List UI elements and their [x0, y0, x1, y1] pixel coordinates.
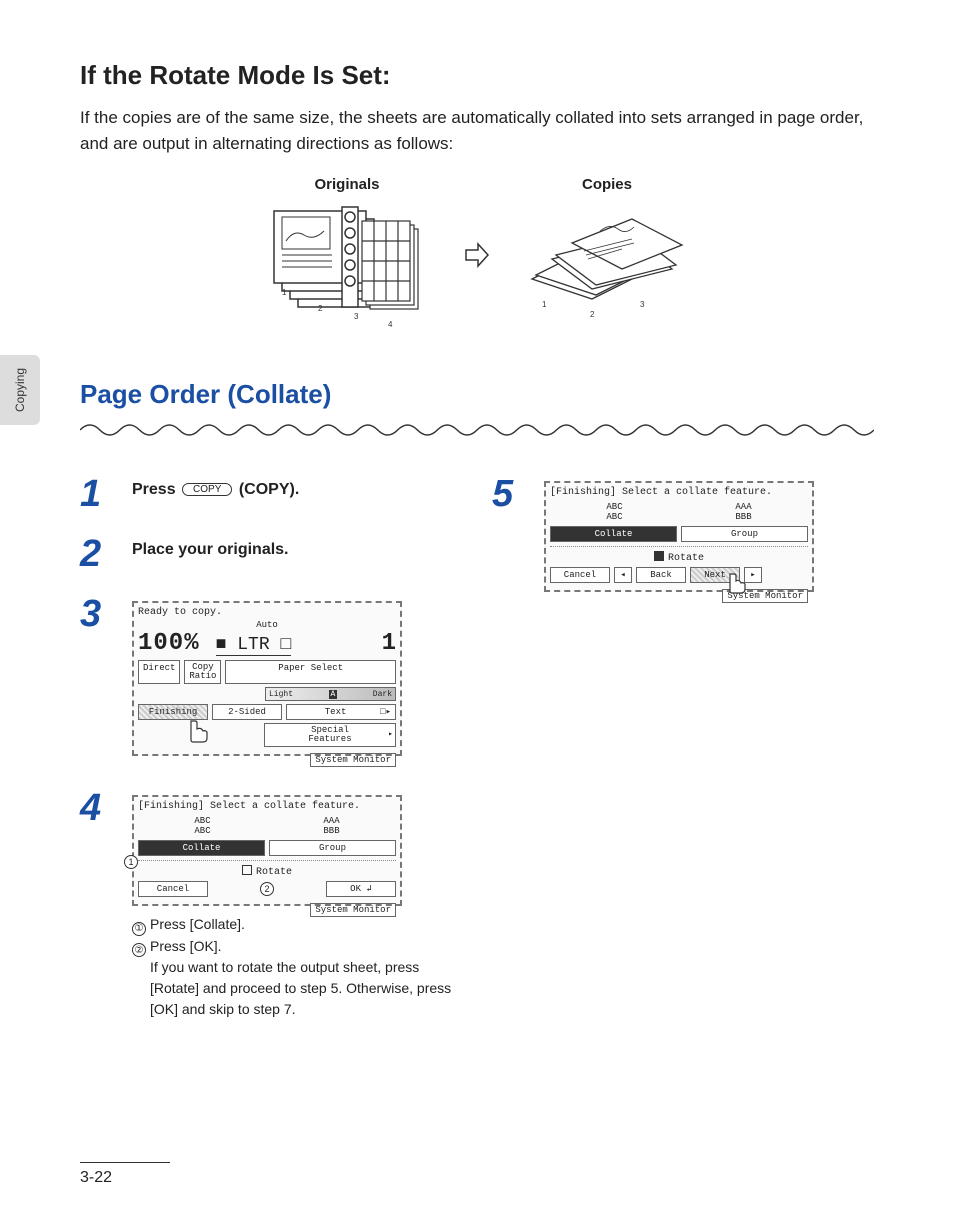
step-3: 3 Ready to copy. Auto 100% ■ LTR □ 1 Dir… [80, 595, 462, 767]
svg-text:4: 4 [388, 320, 393, 329]
originals-illustration: 1 2 3 4 [262, 199, 432, 339]
svg-text:2: 2 [590, 310, 595, 319]
lcd4-collate[interactable]: Collate [138, 840, 265, 856]
illustration-row: Originals [80, 176, 874, 339]
lcd5-next[interactable]: Next [690, 567, 740, 583]
page-number: 3-22 [80, 1162, 170, 1187]
lcd3-text-mode[interactable]: Text□▸ [286, 704, 396, 720]
lcd3-paper-select[interactable]: Paper Select [225, 660, 396, 684]
lcd5-next-icon[interactable]: ▸ [744, 567, 762, 583]
lcd3-direct[interactable]: Direct [138, 660, 180, 684]
lcd3-special-features[interactable]: Special Features▸ [264, 723, 396, 747]
arrow-icon [462, 240, 492, 275]
lcd4-title: [Finishing] Select a collate feature. [138, 801, 396, 812]
page-order-heading: Page Order (Collate) [80, 379, 874, 410]
lcd3-finishing[interactable]: Finishing [138, 704, 208, 720]
step-2-number: 2 [80, 535, 114, 573]
copy-key-icon: COPY [182, 483, 232, 496]
lcd3-2sided[interactable]: 2-Sided [212, 704, 282, 720]
callout-1-icon: 1 [124, 855, 138, 869]
copies-illustration: 1 2 3 [522, 199, 692, 339]
lcd5-group[interactable]: Group [681, 526, 808, 542]
lcd-step-5: [Finishing] Select a collate feature. AB… [544, 481, 814, 592]
step-1-number: 1 [80, 475, 114, 513]
step-5-number: 5 [492, 475, 526, 513]
step-2-text: Place your originals. [132, 541, 289, 558]
lcd4-system-monitor[interactable]: System Monitor [310, 903, 396, 917]
lcd3-ltr: LTR [237, 635, 269, 655]
lcd4-ok[interactable]: OK ↲ [326, 881, 396, 897]
step-4: 4 [Finishing] Select a collate feature. … [80, 789, 462, 1020]
step-3-number: 3 [80, 595, 114, 633]
originals-label: Originals [262, 176, 432, 193]
lcd5-rotate[interactable]: Rotate [654, 551, 704, 564]
lcd4-rotate[interactable]: Rotate [242, 865, 292, 878]
svg-text:1: 1 [282, 288, 287, 297]
step-1: 1 Press COPY (COPY). [80, 475, 462, 513]
svg-text:1: 1 [542, 300, 547, 309]
copies-label: Copies [522, 176, 692, 193]
wavy-divider [80, 420, 874, 440]
lcd-step-4: [Finishing] Select a collate feature. AB… [132, 795, 402, 906]
step-1-text-b: (COPY). [234, 481, 299, 498]
svg-text:3: 3 [354, 312, 359, 321]
svg-text:2: 2 [318, 304, 323, 313]
svg-text:3: 3 [640, 300, 645, 309]
lcd3-auto: Auto [138, 620, 396, 630]
lcd5-cancel[interactable]: Cancel [550, 567, 610, 583]
rotate-mode-heading: If the Rotate Mode Is Set: [80, 60, 874, 91]
lcd5-collate[interactable]: Collate [550, 526, 677, 542]
step-4-number: 4 [80, 789, 114, 827]
lcd3-density-slider[interactable]: LightADark [265, 687, 396, 701]
side-tab: Copying [0, 355, 40, 425]
lcd5-prev-icon[interactable]: ◂ [614, 567, 632, 583]
rotate-mode-body: If the copies are of the same size, the … [80, 105, 874, 156]
lcd-step-3: Ready to copy. Auto 100% ■ LTR □ 1 Direc… [132, 601, 402, 756]
lcd3-copy-ratio[interactable]: Copy Ratio [184, 660, 221, 684]
step-4-substeps: ①Press [Collate]. ②Press [OK]. If you wa… [132, 914, 462, 1020]
lcd3-pct: 100% [138, 630, 200, 657]
lcd5-title: [Finishing] Select a collate feature. [550, 487, 808, 498]
side-tab-label: Copying [13, 368, 27, 412]
lcd3-ready: Ready to copy. [138, 607, 396, 618]
callout-2-icon: 2 [260, 882, 274, 896]
step-2: 2 Place your originals. [80, 535, 462, 573]
hand-pointer-icon [185, 719, 211, 745]
lcd3-system-monitor[interactable]: System Monitor [310, 753, 396, 767]
lcd3-count: 1 [382, 630, 396, 657]
step-5: 5 [Finishing] Select a collate feature. … [492, 475, 874, 603]
lcd4-group[interactable]: Group [269, 840, 396, 856]
step-1-text-a: Press [132, 481, 180, 498]
lcd4-cancel[interactable]: Cancel [138, 881, 208, 897]
lcd5-back[interactable]: Back [636, 567, 686, 583]
